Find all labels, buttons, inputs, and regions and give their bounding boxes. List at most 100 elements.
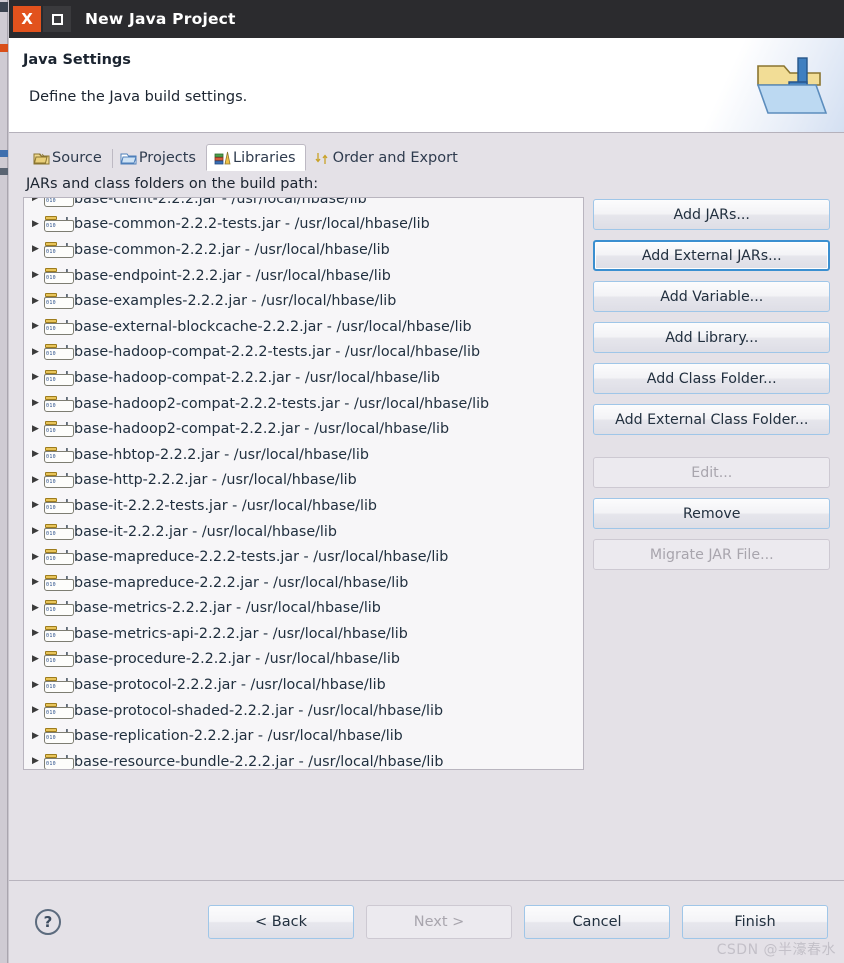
jar-icon: 010: [43, 267, 74, 285]
screen: X New Java Project Java Settings Define …: [0, 0, 844, 963]
side-button-add-external-jars[interactable]: Add External JARs...: [593, 240, 830, 271]
footer-button-finish[interactable]: Finish: [682, 905, 828, 939]
dialog-footer: ? < Back Next > Cancel Finish CSDN @半濠春水: [9, 880, 844, 963]
list-caption: JARs and class folders on the build path…: [26, 176, 319, 192]
tab-projects[interactable]: Projects: [111, 144, 206, 171]
tab-label: Projects: [138, 150, 196, 166]
background-chip: [0, 2, 8, 12]
list-item[interactable]: 010hbase-hadoop-compat-2.2.2.jar - /usr/…: [24, 365, 583, 391]
tab-order-and-export[interactable]: Order and Export: [306, 144, 468, 171]
list-item-label: hbase-metrics-api-2.2.2.jar - /usr/local…: [65, 625, 408, 642]
jar-icon: 010: [43, 420, 74, 438]
list-item[interactable]: 010hbase-examples-2.2.2.jar - /usr/local…: [24, 288, 583, 314]
chevron-right-icon[interactable]: [29, 757, 42, 766]
chevron-right-icon[interactable]: [29, 732, 42, 741]
chevron-right-icon[interactable]: [29, 450, 42, 459]
list-item[interactable]: 010hbase-mapreduce-2.2.2-tests.jar - /us…: [24, 544, 583, 570]
tab-label: Order and Export: [332, 150, 458, 166]
window-title: New Java Project: [85, 10, 236, 28]
chevron-right-icon[interactable]: [29, 476, 42, 485]
list-item-label: hbase-hadoop-compat-2.2.2.jar - /usr/loc…: [65, 369, 440, 386]
libraries-panel: 010hbase-client-2.2.2.jar - /usr/local/h…: [23, 197, 830, 770]
chevron-right-icon[interactable]: [29, 578, 42, 587]
chevron-right-icon[interactable]: [29, 425, 42, 434]
chevron-right-icon[interactable]: [29, 655, 42, 664]
build-path-list[interactable]: 010hbase-client-2.2.2.jar - /usr/local/h…: [23, 197, 585, 770]
list-item[interactable]: 010hbase-resource-bundle-2.2.2.jar - /us…: [24, 749, 583, 770]
tab-label: Libraries: [232, 149, 296, 166]
side-button-add-library[interactable]: Add Library...: [593, 322, 830, 353]
list-item-label: hbase-resource-bundle-2.2.2.jar - /usr/l…: [65, 753, 444, 770]
chevron-right-icon[interactable]: [29, 245, 42, 254]
java-folder-icon: [756, 57, 828, 114]
list-item-label: hbase-endpoint-2.2.2.jar - /usr/local/hb…: [65, 267, 391, 284]
chevron-right-icon[interactable]: [29, 373, 42, 382]
chevron-right-icon[interactable]: [29, 322, 42, 331]
close-icon[interactable]: X: [13, 6, 41, 32]
tab-label: Source: [52, 150, 102, 166]
list-item[interactable]: 010hbase-hadoop2-compat-2.2.2.jar - /usr…: [24, 416, 583, 442]
maximize-icon[interactable]: [43, 6, 71, 32]
jar-icon: 010: [43, 574, 74, 592]
help-icon[interactable]: ?: [35, 909, 61, 935]
footer-button-next: Next >: [366, 905, 512, 939]
wizard-navigation-buttons: < Back Next > Cancel Finish: [208, 905, 830, 939]
list-item[interactable]: 010hbase-client-2.2.2.jar - /usr/local/h…: [24, 198, 583, 212]
tab-source[interactable]: Source: [25, 144, 112, 171]
chevron-right-icon[interactable]: [29, 681, 42, 690]
list-item[interactable]: 010hbase-common-2.2.2-tests.jar - /usr/l…: [24, 212, 583, 238]
chevron-right-icon[interactable]: [29, 271, 42, 280]
chevron-right-icon[interactable]: [29, 220, 42, 229]
tab-bar: Source Projects Libraries Order and Expo…: [25, 143, 830, 171]
background-chip: [0, 44, 8, 52]
chevron-right-icon[interactable]: [29, 706, 42, 715]
side-button-add-jars[interactable]: Add JARs...: [593, 199, 830, 230]
list-item[interactable]: 010hbase-hbtop-2.2.2.jar - /usr/local/hb…: [24, 442, 583, 468]
list-item[interactable]: 010hbase-protocol-shaded-2.2.2.jar - /us…: [24, 698, 583, 724]
list-item[interactable]: 010hbase-it-2.2.2-tests.jar - /usr/local…: [24, 493, 583, 519]
chevron-right-icon[interactable]: [29, 501, 42, 510]
list-item[interactable]: 010hbase-metrics-2.2.2.jar - /usr/local/…: [24, 596, 583, 622]
list-item[interactable]: 010hbase-it-2.2.2.jar - /usr/local/hbase…: [24, 519, 583, 545]
list-item-label: hbase-external-blockcache-2.2.2.jar - /u…: [65, 318, 472, 335]
list-item-label: hbase-mapreduce-2.2.2-tests.jar - /usr/l…: [65, 549, 449, 566]
list-item[interactable]: 010hbase-hadoop2-compat-2.2.2-tests.jar …: [24, 391, 583, 417]
list-item[interactable]: 010hbase-common-2.2.2.jar - /usr/local/h…: [24, 237, 583, 263]
list-item-label: hbase-mapreduce-2.2.2.jar - /usr/local/h…: [65, 574, 409, 591]
dialog-body: Source Projects Libraries Order and Expo…: [9, 133, 844, 880]
side-button-add-class-folder[interactable]: Add Class Folder...: [593, 363, 830, 394]
list-item[interactable]: 010hbase-external-blockcache-2.2.2.jar -…: [24, 314, 583, 340]
list-item[interactable]: 010hbase-protocol-2.2.2.jar - /usr/local…: [24, 672, 583, 698]
list-item[interactable]: 010hbase-mapreduce-2.2.2.jar - /usr/loca…: [24, 570, 583, 596]
footer-button-cancel[interactable]: Cancel: [524, 905, 670, 939]
list-item[interactable]: 010hbase-metrics-api-2.2.2.jar - /usr/lo…: [24, 621, 583, 647]
build-path-list-inner: 010hbase-client-2.2.2.jar - /usr/local/h…: [24, 198, 583, 770]
jar-icon: 010: [43, 702, 74, 720]
footer-button-back[interactable]: < Back: [208, 905, 354, 939]
list-item[interactable]: 010hbase-replication-2.2.2.jar - /usr/lo…: [24, 723, 583, 749]
jar-icon: 010: [43, 650, 74, 668]
side-button-add-external-class-folder[interactable]: Add External Class Folder...: [593, 404, 830, 435]
tab-libraries[interactable]: Libraries: [205, 144, 306, 171]
chevron-right-icon[interactable]: [29, 553, 42, 562]
chevron-right-icon[interactable]: [29, 399, 42, 408]
chevron-right-icon[interactable]: [29, 198, 42, 203]
chevron-right-icon[interactable]: [29, 604, 42, 613]
list-item[interactable]: 010hbase-http-2.2.2.jar - /usr/local/hba…: [24, 468, 583, 494]
list-item[interactable]: 010hbase-procedure-2.2.2.jar - /usr/loca…: [24, 647, 583, 673]
chevron-right-icon[interactable]: [29, 297, 42, 306]
side-button-remove[interactable]: Remove: [593, 498, 830, 529]
library-actions-column: Add JARs... Add External JARs... Add Varia…: [593, 197, 830, 580]
chevron-right-icon[interactable]: [29, 348, 42, 357]
jar-icon: 010: [43, 369, 74, 387]
list-item[interactable]: 010hbase-endpoint-2.2.2.jar - /usr/local…: [24, 263, 583, 289]
jar-icon: 010: [43, 548, 74, 566]
background-chip: [0, 150, 8, 157]
side-button-migrate-jar-file: Migrate JAR File...: [593, 539, 830, 570]
list-item[interactable]: 010hbase-hadoop-compat-2.2.2-tests.jar -…: [24, 340, 583, 366]
jar-icon: 010: [43, 198, 74, 208]
background-window-sliver: [0, 0, 8, 963]
side-button-add-variable[interactable]: Add Variable...: [593, 281, 830, 312]
chevron-right-icon[interactable]: [29, 629, 42, 638]
chevron-right-icon[interactable]: [29, 527, 42, 536]
